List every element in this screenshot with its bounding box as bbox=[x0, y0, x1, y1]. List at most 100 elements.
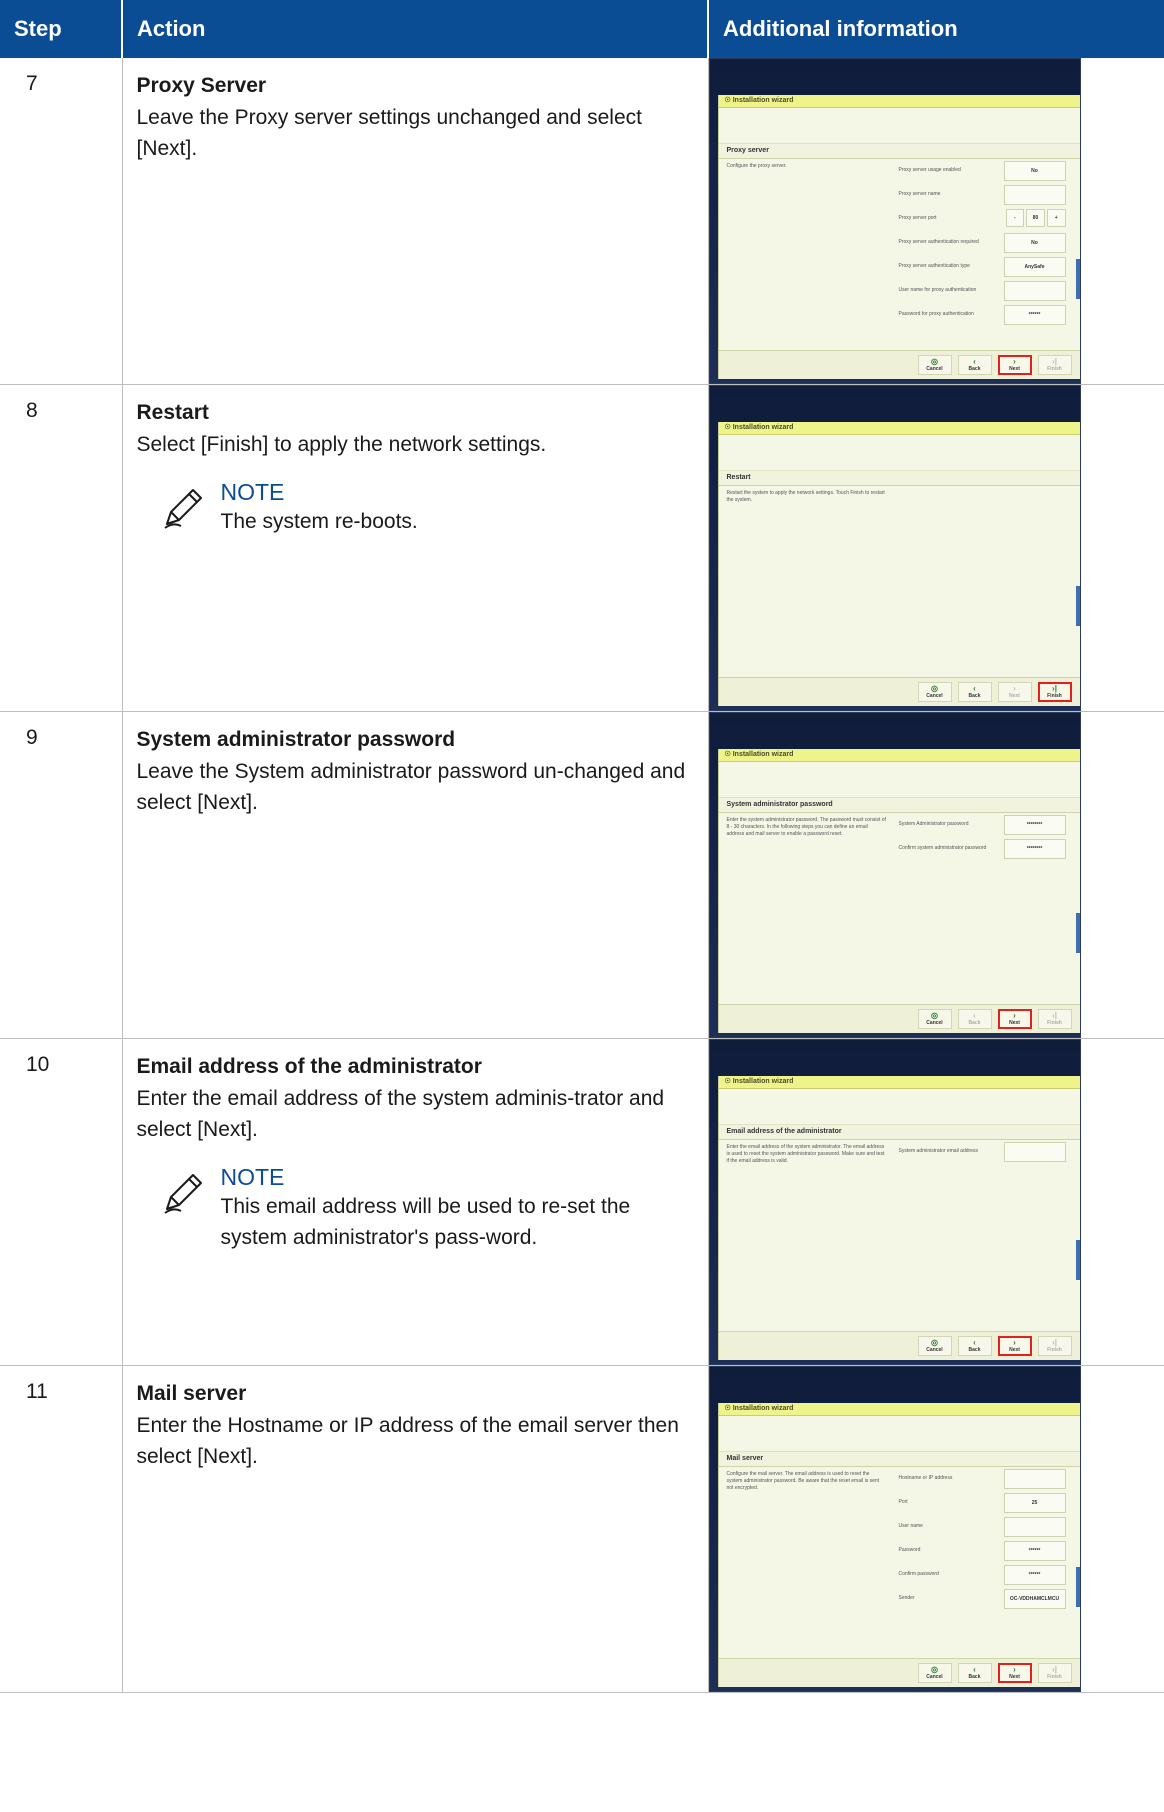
action-text: Leave the Proxy server settings unchange… bbox=[136, 106, 642, 160]
table-row: 10 Email address of the administrator Ente… bbox=[0, 1038, 1164, 1366]
wizard-field: System administrator email address bbox=[899, 1140, 1066, 1164]
wizard-next-button[interactable]: › Next bbox=[997, 1336, 1032, 1356]
wizard-cancel-button[interactable]: ◎ Cancel bbox=[917, 682, 952, 702]
step-cell: 8 bbox=[0, 384, 123, 712]
wizard-fields: Proxy server usage enabled No Proxy server… bbox=[899, 159, 1066, 327]
next-icon: › bbox=[1013, 684, 1016, 693]
field-label: Hostname or IP address bbox=[898, 1475, 953, 1481]
side-tab bbox=[1075, 1567, 1080, 1607]
field-label: User name bbox=[898, 1523, 923, 1529]
action-title: Mail server bbox=[136, 1382, 247, 1405]
wizard-finish-button[interactable]: ›| Finish bbox=[1037, 355, 1072, 375]
screenshot-cell: ☉ Installation wizard Proxy server Configu… bbox=[708, 58, 1164, 385]
wizard-back-button[interactable]: ‹ Back bbox=[957, 355, 992, 375]
button-label: Finish bbox=[1047, 366, 1062, 372]
field-label: Password for proxy authentication bbox=[898, 311, 974, 317]
button-label: Next bbox=[1009, 1020, 1020, 1026]
field-value[interactable] bbox=[1003, 185, 1066, 205]
field-label: Proxy server usage enabled bbox=[898, 167, 961, 173]
table-row: 11 Mail server Enter the Hostname or IP ad… bbox=[0, 1365, 1164, 1693]
field-value[interactable]: No bbox=[1003, 161, 1066, 181]
action-content: Proxy Server Leave the Proxy server setti… bbox=[123, 58, 708, 164]
wizard-back-button[interactable]: ‹ Back bbox=[957, 682, 992, 702]
wizard-buttons: ◎ Cancel ‹ Back › Next ›| Finish bbox=[917, 1009, 1072, 1029]
finish-icon: ›| bbox=[1052, 1338, 1057, 1347]
action-title: System administrator password bbox=[136, 728, 456, 751]
finish-icon: ›| bbox=[1052, 684, 1057, 693]
back-icon: ‹ bbox=[973, 684, 976, 693]
wizard-finish-button[interactable]: ›| Finish bbox=[1037, 1336, 1072, 1356]
field-value[interactable] bbox=[1003, 281, 1066, 301]
stepper-minus[interactable]: - bbox=[1005, 209, 1025, 227]
field-value[interactable] bbox=[1003, 1517, 1066, 1537]
button-label: Cancel bbox=[926, 366, 943, 372]
stepper-plus[interactable]: + bbox=[1046, 209, 1066, 227]
wizard-cancel-button[interactable]: ◎ Cancel bbox=[917, 1009, 952, 1029]
action-content: Email address of the administrator Enter … bbox=[123, 1039, 708, 1253]
wizard-footer: ◎ Cancel ‹ Back › Next ›| Finish bbox=[718, 1658, 1080, 1687]
field-value[interactable]: ****** bbox=[1003, 305, 1066, 325]
field-value[interactable]: ****** bbox=[1003, 1565, 1066, 1585]
step-cell: 7 bbox=[0, 58, 123, 385]
wizard-cancel-button[interactable]: ◎ Cancel bbox=[917, 355, 952, 375]
button-label: Finish bbox=[1047, 693, 1062, 699]
wizard-screenshot: ☉ Installation wizard Email address of th… bbox=[708, 1039, 1081, 1365]
action-text: Enter the Hostname or IP address of the … bbox=[136, 1414, 679, 1468]
button-label: Next bbox=[1009, 693, 1020, 699]
field-value[interactable]: ******** bbox=[1003, 815, 1066, 835]
wizard-screenshot: ☉ Installation wizard Mail server Configur… bbox=[708, 1366, 1081, 1692]
wizard-next-button[interactable]: › Next bbox=[997, 355, 1032, 375]
wizard-field: Proxy server name bbox=[899, 183, 1066, 207]
screenshot-cell: ☉ Installation wizard System administrato… bbox=[708, 711, 1164, 1039]
wizard-titlebar: ☉ Installation wizard bbox=[718, 749, 1080, 762]
wizard-next-button[interactable]: › Next bbox=[997, 1009, 1032, 1029]
note-content: NOTE This email address will be used to r… bbox=[221, 1163, 694, 1253]
finish-icon: ›| bbox=[1052, 357, 1057, 366]
field-label: Confirm password bbox=[898, 1571, 939, 1577]
field-value[interactable]: AnySafe bbox=[1003, 257, 1066, 277]
action-cell: Email address of the administrator Enter … bbox=[122, 1038, 709, 1366]
field-label: Proxy server authentication required bbox=[898, 239, 979, 245]
side-tab bbox=[1075, 259, 1080, 299]
wizard-cancel-button[interactable]: ◎ Cancel bbox=[917, 1663, 952, 1683]
button-label: Back bbox=[968, 1674, 981, 1680]
cancel-icon: ◎ bbox=[931, 1011, 938, 1020]
back-icon: ‹ bbox=[973, 1011, 976, 1020]
field-stepper[interactable]: -80 + bbox=[1005, 209, 1066, 227]
wizard-footer: ◎ Cancel ‹ Back › Next ›| Finish bbox=[718, 350, 1080, 379]
wizard-next-button[interactable]: › Next bbox=[997, 682, 1032, 702]
wizard-finish-button[interactable]: ›| Finish bbox=[1037, 1663, 1072, 1683]
wizard-back-button[interactable]: ‹ Back bbox=[957, 1663, 992, 1683]
screenshot-cell: ☉ Installation wizard Email address of th… bbox=[708, 1038, 1164, 1366]
wizard-buttons: ◎ Cancel ‹ Back › Next ›| Finish bbox=[917, 355, 1072, 375]
wizard-next-button[interactable]: › Next bbox=[997, 1663, 1032, 1683]
field-value[interactable]: ****** bbox=[1003, 1541, 1066, 1561]
action-content: System administrator password Leave the S… bbox=[123, 712, 708, 818]
field-value[interactable]: No bbox=[1003, 233, 1066, 253]
field-value[interactable]: ******** bbox=[1003, 839, 1066, 859]
button-label: Finish bbox=[1047, 1020, 1062, 1026]
finish-icon: ›| bbox=[1052, 1665, 1057, 1674]
field-value[interactable]: 25 bbox=[1003, 1493, 1066, 1513]
field-value[interactable] bbox=[1003, 1469, 1066, 1489]
wizard-back-button[interactable]: ‹ Back bbox=[957, 1336, 992, 1356]
table-header-row: Step Action Additional information bbox=[0, 0, 1164, 58]
note-label: NOTE bbox=[220, 479, 285, 505]
field-value[interactable] bbox=[1003, 1142, 1066, 1162]
next-icon: › bbox=[1013, 1338, 1016, 1347]
button-label: Back bbox=[968, 1020, 981, 1026]
button-label: Next bbox=[1009, 1347, 1020, 1353]
screenshot-cell: ☉ Installation wizard Restart Restart the … bbox=[708, 384, 1164, 712]
wizard-window: ☉ Installation wizard Email address of th… bbox=[717, 1076, 1080, 1360]
wizard-finish-button[interactable]: ›| Finish bbox=[1037, 1009, 1072, 1029]
stepper-value: 80 bbox=[1026, 209, 1045, 227]
step-cell: 10 bbox=[0, 1038, 123, 1366]
wizard-footer: ◎ Cancel ‹ Back › Next ›| Finish bbox=[718, 677, 1080, 706]
button-label: Back bbox=[968, 1347, 981, 1353]
wizard-cancel-button[interactable]: ◎ Cancel bbox=[917, 1336, 952, 1356]
wizard-titlebar: ☉ Installation wizard bbox=[718, 1076, 1080, 1089]
wizard-finish-button[interactable]: ›| Finish bbox=[1037, 682, 1072, 702]
wizard-back-button[interactable]: ‹ Back bbox=[957, 1009, 992, 1029]
wizard-field: Proxy server authentication type AnySafe bbox=[899, 255, 1066, 279]
field-value[interactable]: OC-VDDHAMCLMCU bbox=[1003, 1589, 1066, 1609]
